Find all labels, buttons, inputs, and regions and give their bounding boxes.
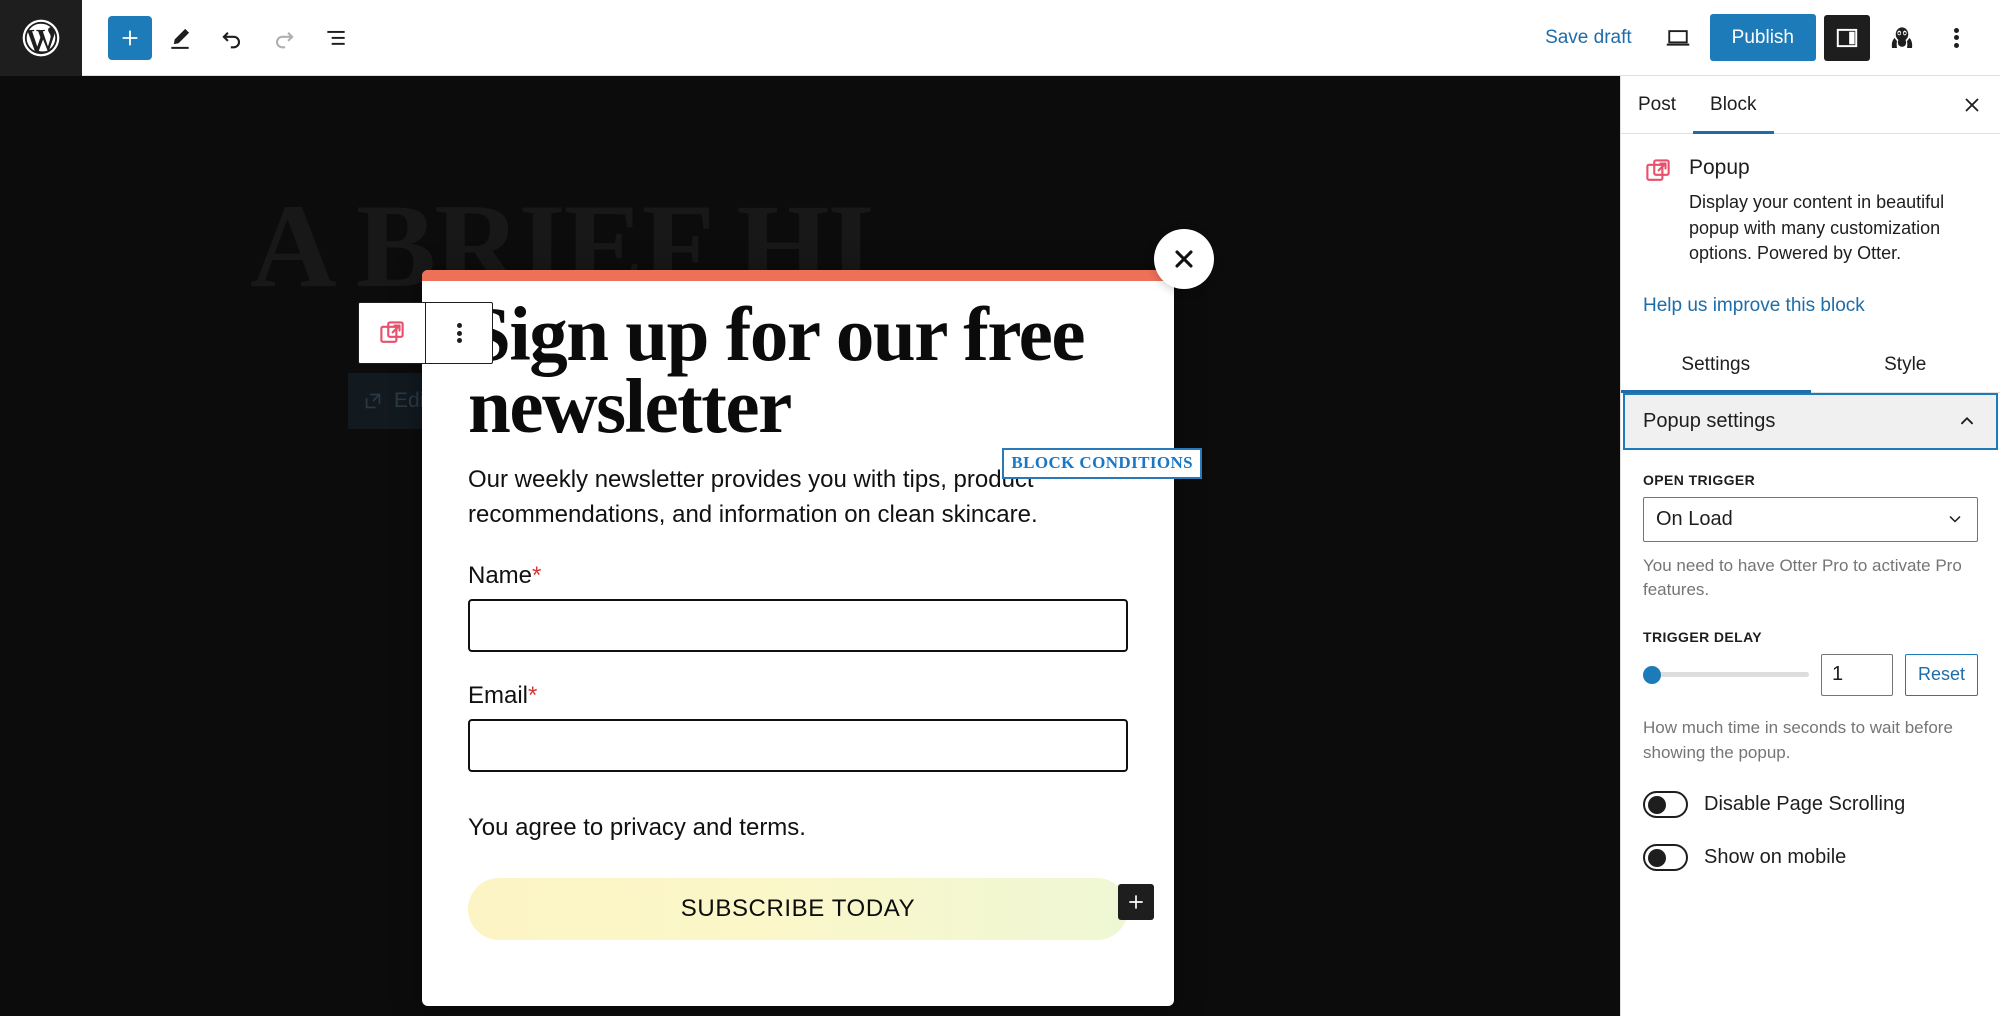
redo-arrow-icon bbox=[276, 31, 294, 48]
document-outline-icon bbox=[327, 30, 345, 45]
editor-top-bar: Save draft Publish bbox=[0, 0, 2000, 76]
close-x-icon bbox=[1175, 250, 1193, 268]
sidebar-subtabs: Settings Style bbox=[1621, 339, 2000, 393]
wordpress-logo-glyph bbox=[22, 19, 60, 56]
email-input[interactable] bbox=[468, 719, 1128, 773]
save-draft-button[interactable]: Save draft bbox=[1531, 19, 1646, 57]
trigger-delay-help: How much time in seconds to wait before … bbox=[1643, 717, 1953, 762]
pencil-tools-icon bbox=[171, 28, 190, 49]
tab-block[interactable]: Block bbox=[1693, 76, 1774, 134]
inline-add-block-button[interactable] bbox=[1118, 884, 1154, 921]
sidebar-close-button[interactable] bbox=[1944, 76, 2000, 133]
undo-arrow-icon bbox=[222, 31, 240, 48]
redo-button[interactable] bbox=[260, 14, 308, 62]
tools-pencil-button[interactable] bbox=[156, 14, 204, 62]
jetpack-avatar-icon bbox=[1891, 26, 1913, 48]
avatar[interactable] bbox=[1878, 14, 1926, 62]
block-info-text: Popup Display your content in beautiful … bbox=[1689, 156, 1978, 267]
wordpress-block-editor: Save draft Publish A BRIEF HI Edit Sign … bbox=[0, 0, 2000, 1016]
popup-external-link-icon bbox=[1646, 159, 1670, 181]
trigger-delay-row: Reset bbox=[1643, 653, 1978, 696]
popup-heading[interactable]: Sign up for our free newsletter bbox=[468, 296, 1128, 445]
chevron-up-icon bbox=[1961, 417, 1973, 425]
open-trigger-select[interactable]: On Load bbox=[1643, 496, 1978, 542]
top-bar-right-tools: Save draft Publish bbox=[1531, 14, 2000, 62]
show-on-mobile-label: Show on mobile bbox=[1704, 846, 1847, 869]
plus-icon bbox=[122, 30, 138, 45]
list-view-button[interactable] bbox=[312, 14, 360, 62]
subscribe-button[interactable]: SUBSCRIBE TODAY bbox=[468, 878, 1128, 941]
wordpress-logo-icon[interactable] bbox=[0, 0, 82, 76]
sidebar-panel-icon bbox=[1836, 28, 1858, 47]
sidebar-toggle-button[interactable] bbox=[1824, 14, 1870, 61]
trigger-delay-slider-thumb[interactable] bbox=[1643, 665, 1661, 684]
email-label-text: Email bbox=[468, 682, 529, 710]
popup-content: Sign up for our free newsletter BLOCK CO… bbox=[422, 270, 1202, 941]
open-trigger-value: On Load bbox=[1656, 507, 1733, 530]
name-required-mark: * bbox=[532, 562, 542, 590]
vertical-kebab-icon bbox=[456, 321, 462, 346]
popup-block-preview[interactable]: Sign up for our free newsletter BLOCK CO… bbox=[422, 229, 1214, 1006]
show-on-mobile-toggle[interactable] bbox=[1643, 844, 1688, 872]
popup-settings-panel-body: OPEN TRIGGER On Load You need to have Ot… bbox=[1621, 450, 2000, 872]
popup-settings-panel-header[interactable]: Popup settings bbox=[1623, 392, 1998, 450]
toggle-knob bbox=[1648, 848, 1666, 867]
external-link-icon bbox=[365, 393, 381, 409]
block-icon-wrap bbox=[1643, 156, 1673, 267]
kebab-menu-icon bbox=[1953, 25, 1959, 50]
email-field-label: Email* bbox=[468, 682, 1128, 710]
name-input[interactable] bbox=[468, 599, 1128, 653]
toggle-knob bbox=[1648, 795, 1666, 814]
popup-external-link-icon bbox=[380, 321, 404, 343]
consent-text[interactable]: You agree to privacy and terms. bbox=[468, 814, 1128, 842]
block-more-options-button[interactable] bbox=[426, 303, 492, 363]
email-required-mark: * bbox=[528, 682, 538, 710]
subtab-style[interactable]: Style bbox=[1811, 339, 2000, 392]
disable-page-scrolling-label: Disable Page Scrolling bbox=[1704, 793, 1906, 816]
trigger-delay-slider[interactable] bbox=[1643, 665, 1809, 684]
preview-button[interactable] bbox=[1654, 14, 1702, 62]
publish-button[interactable]: Publish bbox=[1709, 14, 1816, 61]
block-name: Popup bbox=[1689, 156, 1750, 179]
undo-button[interactable] bbox=[208, 14, 256, 62]
close-x-icon bbox=[1965, 98, 1979, 111]
trigger-delay-input[interactable] bbox=[1820, 653, 1893, 696]
block-settings-sidebar: Post Block Popup Display your content in… bbox=[1620, 76, 2000, 1016]
block-toolbar[interactable] bbox=[358, 302, 493, 364]
open-trigger-label: OPEN TRIGGER bbox=[1643, 471, 1756, 488]
block-description: Display your content in beautiful popup … bbox=[1689, 192, 1945, 264]
editor-canvas[interactable]: A BRIEF HI Edit Sign up for our free new… bbox=[0, 76, 1620, 1016]
plus-icon bbox=[1129, 895, 1143, 910]
name-label-text: Name bbox=[468, 562, 533, 590]
sidebar-tabs: Post Block bbox=[1621, 76, 2000, 134]
laptop-preview-icon bbox=[1666, 29, 1689, 46]
show-on-mobile-row: Show on mobile bbox=[1643, 844, 1978, 872]
popup-close-button[interactable] bbox=[1154, 229, 1214, 289]
block-info: Popup Display your content in beautiful … bbox=[1621, 134, 2000, 267]
disable-page-scrolling-toggle[interactable] bbox=[1643, 791, 1688, 819]
block-conditions-badge[interactable]: BLOCK CONDITIONS bbox=[1002, 448, 1202, 479]
tab-post[interactable]: Post bbox=[1621, 76, 1693, 133]
trigger-delay-label: TRIGGER DELAY bbox=[1643, 628, 1763, 645]
subtab-settings[interactable]: Settings bbox=[1621, 339, 1811, 393]
block-type-button[interactable] bbox=[359, 303, 425, 363]
help-improve-block-link[interactable]: Help us improve this block bbox=[1621, 267, 2000, 339]
subscribe-row: SUBSCRIBE TODAY bbox=[468, 878, 1154, 941]
editor-options-button[interactable] bbox=[1934, 14, 1978, 62]
top-bar-left-tools bbox=[82, 14, 360, 62]
add-block-button[interactable] bbox=[108, 15, 152, 60]
disable-page-scrolling-row: Disable Page Scrolling bbox=[1643, 791, 1978, 819]
name-field-label: Name* bbox=[468, 562, 1128, 590]
open-trigger-help: You need to have Otter Pro to activate P… bbox=[1643, 555, 1962, 600]
chevron-down-icon bbox=[1949, 516, 1961, 523]
trigger-delay-reset-button[interactable]: Reset bbox=[1904, 653, 1978, 696]
popup-settings-panel-title: Popup settings bbox=[1643, 409, 1776, 432]
